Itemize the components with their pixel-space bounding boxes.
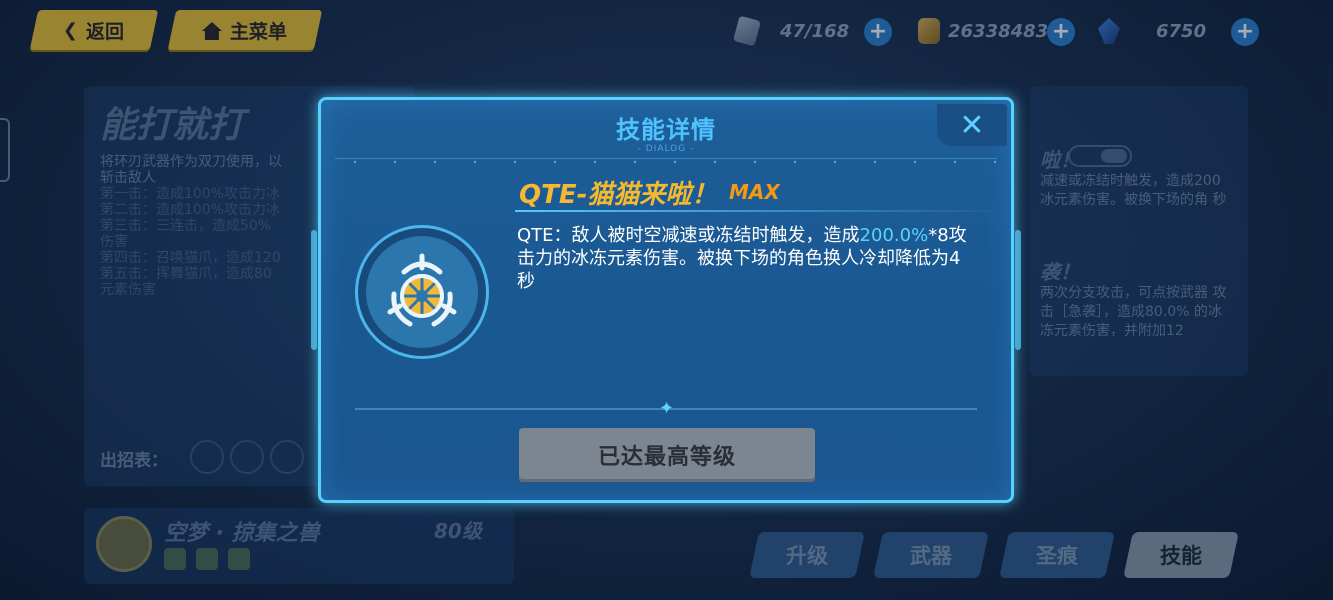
max-level-badge: MAX xyxy=(729,180,780,204)
skill-icon-frame xyxy=(355,225,489,359)
skill-desc-part1: QTE：敌人被时空减速或冻结时触发，造成 xyxy=(517,225,860,246)
skill-name-rest: -猫猫来啦！ xyxy=(576,180,718,210)
max-level-button[interactable]: 已达最高等级 xyxy=(519,428,815,482)
dialog-title: 技能详情 xyxy=(616,116,716,144)
skill-description: QTE：敌人被时空减速或冻结时触发，造成200.0%*8攻击力的冰冻元素伤害。被… xyxy=(517,224,977,293)
skill-emblem-svg xyxy=(387,253,457,327)
dialog-accent-right xyxy=(1015,230,1021,350)
dialog-header-divider xyxy=(335,158,997,159)
dialog-accent-left xyxy=(311,230,317,350)
skill-detail-dialog: 技能详情 - DIALOG - ✕ QTE-猫猫来啦！ MAX QTE：敌人被时… xyxy=(311,97,1021,503)
skill-name-underline xyxy=(515,210,1011,212)
snowflake-wheel-icon xyxy=(366,236,478,348)
divider-star-icon: ✦ xyxy=(659,398,675,419)
skill-desc-highlight: 200.0% xyxy=(859,225,929,246)
close-button[interactable]: ✕ xyxy=(937,104,1007,146)
skill-name-prefix: QTE xyxy=(519,180,577,210)
dialog-header-dots xyxy=(335,160,997,164)
dialog-subtitle: - DIALOG - xyxy=(637,144,695,154)
close-icon: ✕ xyxy=(959,107,985,143)
skill-name: QTE-猫猫来啦！ xyxy=(519,174,717,211)
